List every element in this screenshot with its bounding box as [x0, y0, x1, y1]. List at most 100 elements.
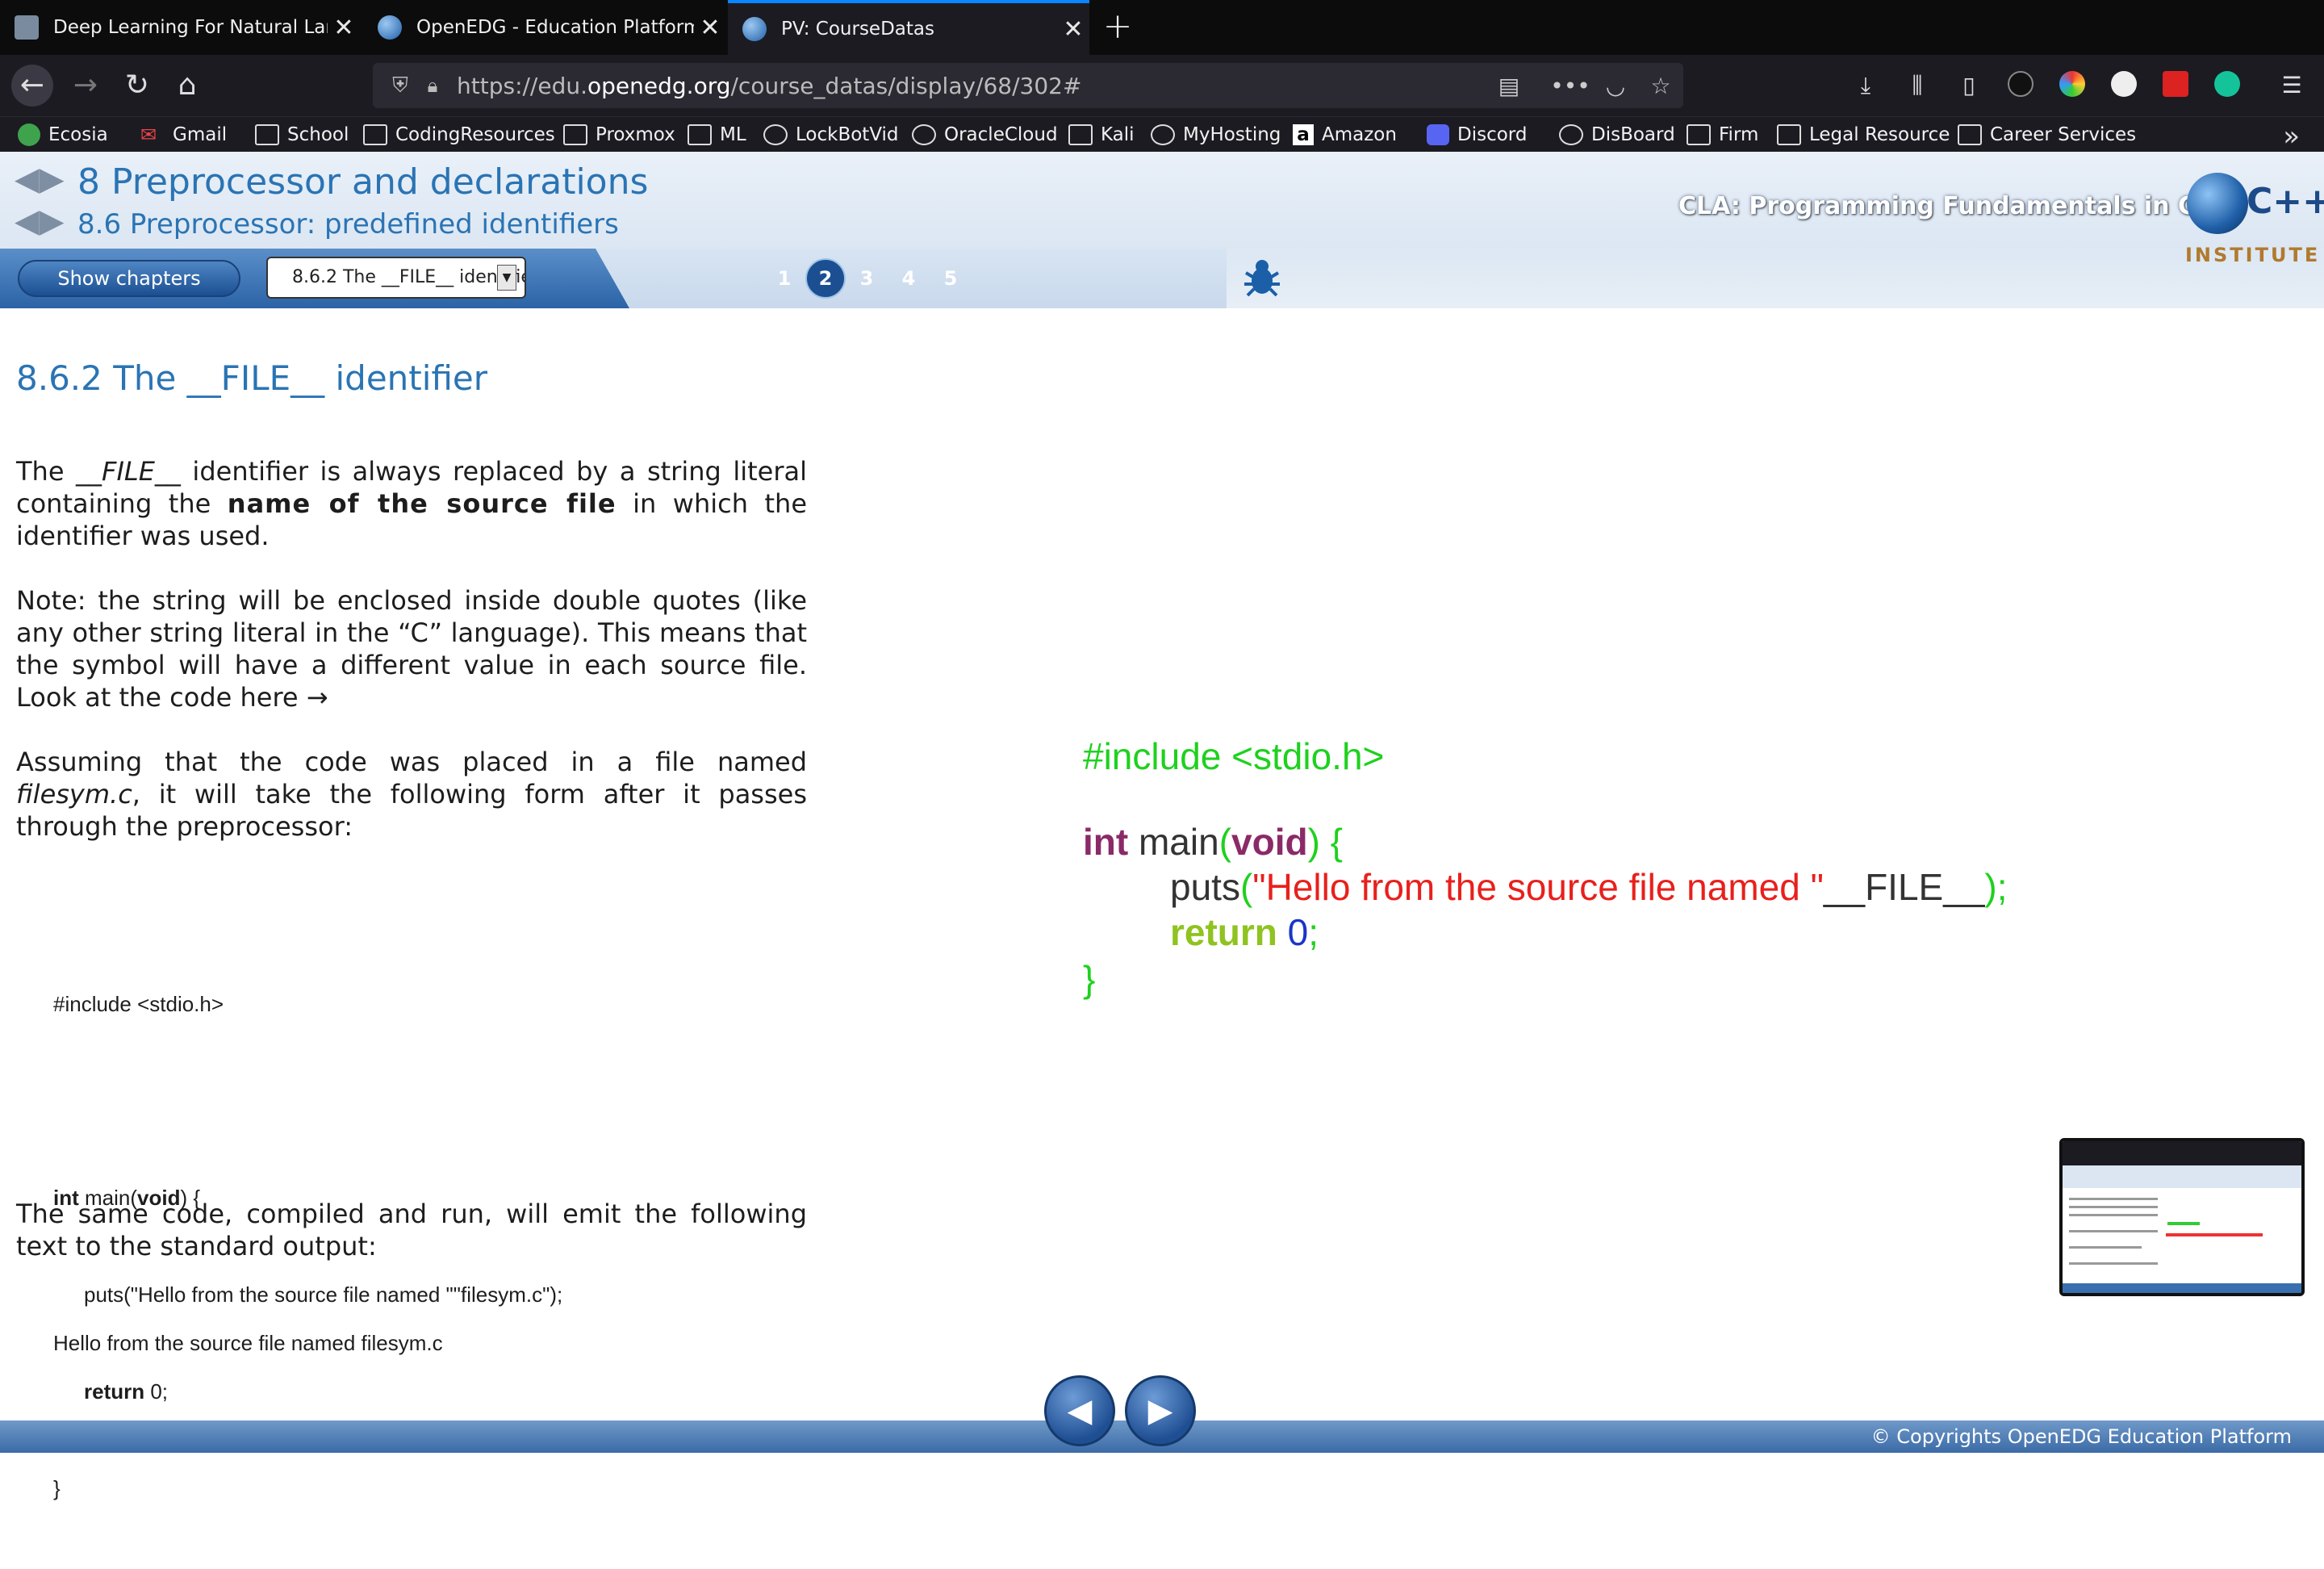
section-heading: 8.6.2 The __FILE__ identifier	[16, 358, 488, 398]
bookmark-firm[interactable]: Firm	[1687, 122, 1758, 148]
bug-report-icon[interactable]	[1239, 255, 1285, 300]
tracking-protection-icon[interactable]: ⛨	[384, 73, 416, 98]
chapter-nav-arrows-icon[interactable]: ◀▶	[15, 163, 71, 195]
new-tab-button[interactable]: +	[1097, 6, 1138, 47]
menu-icon[interactable]: ☰	[2276, 69, 2308, 102]
extension-icon[interactable]	[2111, 71, 2137, 97]
downloads-icon[interactable]: ⤓	[1850, 69, 1882, 102]
reader-view-icon[interactable]: ▤	[1486, 73, 1532, 99]
chapter-title[interactable]: 8 Preprocessor and declarations	[77, 161, 648, 203]
page-icon	[15, 15, 39, 40]
bookmark-proxmox[interactable]: Proxmox	[563, 122, 675, 148]
cpp-institute-logo: C++ INSTITUTE	[2179, 173, 2324, 278]
bookmark-codingresources[interactable]: CodingResources	[363, 122, 555, 148]
discord-icon	[1427, 124, 1449, 145]
subchapter-nav-arrows-icon[interactable]: ◀▶	[15, 205, 71, 237]
more-actions-icon[interactable]: •••	[1548, 73, 1593, 99]
bookmark-ecosia[interactable]: Ecosia	[18, 122, 108, 148]
page-link-4[interactable]: 4	[888, 258, 930, 299]
page-link-1[interactable]: 1	[763, 258, 805, 299]
tab-bar: Deep Learning For Natural Lang ✕ OpenEDG…	[0, 0, 2324, 55]
bookmark-amazon[interactable]: a Amazon	[1293, 122, 1397, 148]
bookmark-myhosting[interactable]: MyHosting	[1151, 122, 1281, 148]
code-line: puts("Hello from the source file named "…	[84, 1282, 563, 1307]
code-line: return 0;	[1170, 911, 1319, 953]
folder-icon	[255, 124, 279, 145]
close-tab-icon[interactable]: ✕	[328, 14, 360, 42]
program-output: Hello from the source file named filesym…	[53, 1331, 443, 1355]
code-line: #include <stdio.h>	[1083, 735, 1385, 777]
close-tab-icon[interactable]: ✕	[694, 14, 726, 42]
tab-title: PV: CourseDatas	[781, 19, 934, 40]
pocket-icon[interactable]: ◡	[1593, 73, 1638, 99]
amazon-icon: a	[1293, 124, 1314, 145]
folder-icon	[1687, 124, 1711, 145]
globe-icon	[2187, 173, 2248, 234]
section-select-value: 8.6.2 The __FILE__ identifier	[292, 267, 526, 287]
thumbnail-code-red	[2166, 1233, 2263, 1236]
globe-icon	[378, 15, 402, 40]
more-bookmarks-icon[interactable]: »	[2283, 120, 2300, 153]
library-icon[interactable]: ⫼	[1901, 69, 1933, 102]
thumbnail-code-green	[2167, 1222, 2200, 1225]
thumbnail-header	[2063, 1165, 2301, 1188]
grammarly-icon[interactable]	[2214, 71, 2240, 97]
tab-deep-learning[interactable]: Deep Learning For Natural Lang ✕	[0, 0, 360, 55]
bookmark-legal-resource[interactable]: Legal Resource	[1777, 122, 1950, 148]
forward-button[interactable]: →	[65, 65, 107, 107]
home-button[interactable]: ⌂	[166, 65, 208, 107]
extension-icon[interactable]	[2008, 71, 2034, 97]
next-page-button[interactable]: ▶	[1125, 1375, 1196, 1446]
tab-title: Deep Learning For Natural Lang	[53, 17, 328, 38]
back-button[interactable]: ←	[11, 65, 53, 107]
reload-button[interactable]: ↻	[116, 65, 158, 107]
bookmark-kali[interactable]: Kali	[1068, 122, 1135, 148]
thumbnail-footer	[2063, 1283, 2301, 1293]
url-text[interactable]: https://edu.openedg.org/course_datas/dis…	[457, 73, 1486, 99]
subchapter-title[interactable]: 8.6 Preprocessor: predefined identifiers	[77, 208, 619, 241]
bookmarks-bar: Ecosia ✉ Gmail School CodingResources Pro…	[0, 116, 2324, 153]
bookmark-ml[interactable]: ML	[688, 122, 746, 148]
code-line: }	[53, 1476, 61, 1500]
thumbnail-text-line	[2069, 1230, 2158, 1232]
bookmark-gmail[interactable]: ✉ Gmail	[140, 122, 227, 148]
bookmark-lockbotvid[interactable]: LockBotVid	[763, 122, 899, 148]
page-link-5[interactable]: 5	[930, 258, 972, 299]
flash-icon[interactable]	[2163, 71, 2188, 97]
thumbnail-text-line	[2069, 1206, 2158, 1208]
thumbnail-chrome	[2063, 1141, 2301, 1165]
folder-icon	[1958, 124, 1982, 145]
thumbnail-text-line	[2069, 1214, 2158, 1216]
code-line: puts("Hello from the source file named "…	[1170, 866, 2008, 908]
page-link-3[interactable]: 3	[846, 258, 888, 299]
code-line: }	[1083, 958, 1096, 1000]
paragraph-output-intro: The same code, compiled and run, will em…	[16, 1199, 807, 1261]
bookmark-oraclecloud[interactable]: OracleCloud	[912, 122, 1058, 148]
paragraph-note: Note: the string will be enclosed inside…	[16, 585, 807, 713]
bookmark-star-icon[interactable]: ☆	[1638, 73, 1683, 99]
folder-icon	[563, 124, 587, 145]
screenshot-thumbnail[interactable]	[2059, 1138, 2305, 1296]
tab-title: OpenEDG - Education Platform	[416, 17, 694, 38]
bookmark-discord[interactable]: Discord	[1427, 122, 1527, 148]
section-select[interactable]: 8.6.2 The __FILE__ identifier ▼	[266, 257, 526, 299]
bookmark-school[interactable]: School	[255, 122, 349, 148]
extension-icon[interactable]	[2059, 71, 2085, 97]
folder-icon	[688, 124, 712, 145]
url-bar[interactable]: ⛨ 🔒︎ https://edu.openedg.org/course_data…	[373, 63, 1683, 108]
show-chapters-button[interactable]: Show chapters	[18, 260, 240, 297]
previous-page-button[interactable]: ◀	[1044, 1375, 1115, 1446]
bookmark-disboard[interactable]: DisBoard	[1559, 122, 1675, 148]
ecosia-icon	[18, 123, 40, 146]
lock-icon[interactable]: 🔒︎	[416, 74, 449, 97]
dropdown-arrow-icon[interactable]: ▼	[497, 265, 516, 291]
sidebar-icon[interactable]: ▯	[1953, 69, 1985, 102]
bookmark-career-services[interactable]: Career Services	[1958, 122, 2136, 148]
tab-openedg[interactable]: OpenEDG - Education Platform ✕	[363, 0, 726, 55]
thumbnail-text-line	[2069, 1246, 2142, 1249]
page-link-2-current[interactable]: 2	[805, 258, 846, 299]
tab-coursedatas[interactable]: PV: CourseDatas ✕	[728, 0, 1089, 55]
thumbnail-text-line	[2069, 1262, 2158, 1265]
close-tab-icon[interactable]: ✕	[1057, 15, 1089, 44]
page-content: ◀▶ 8 Preprocessor and declarations ◀▶ 8.…	[0, 152, 2324, 1500]
